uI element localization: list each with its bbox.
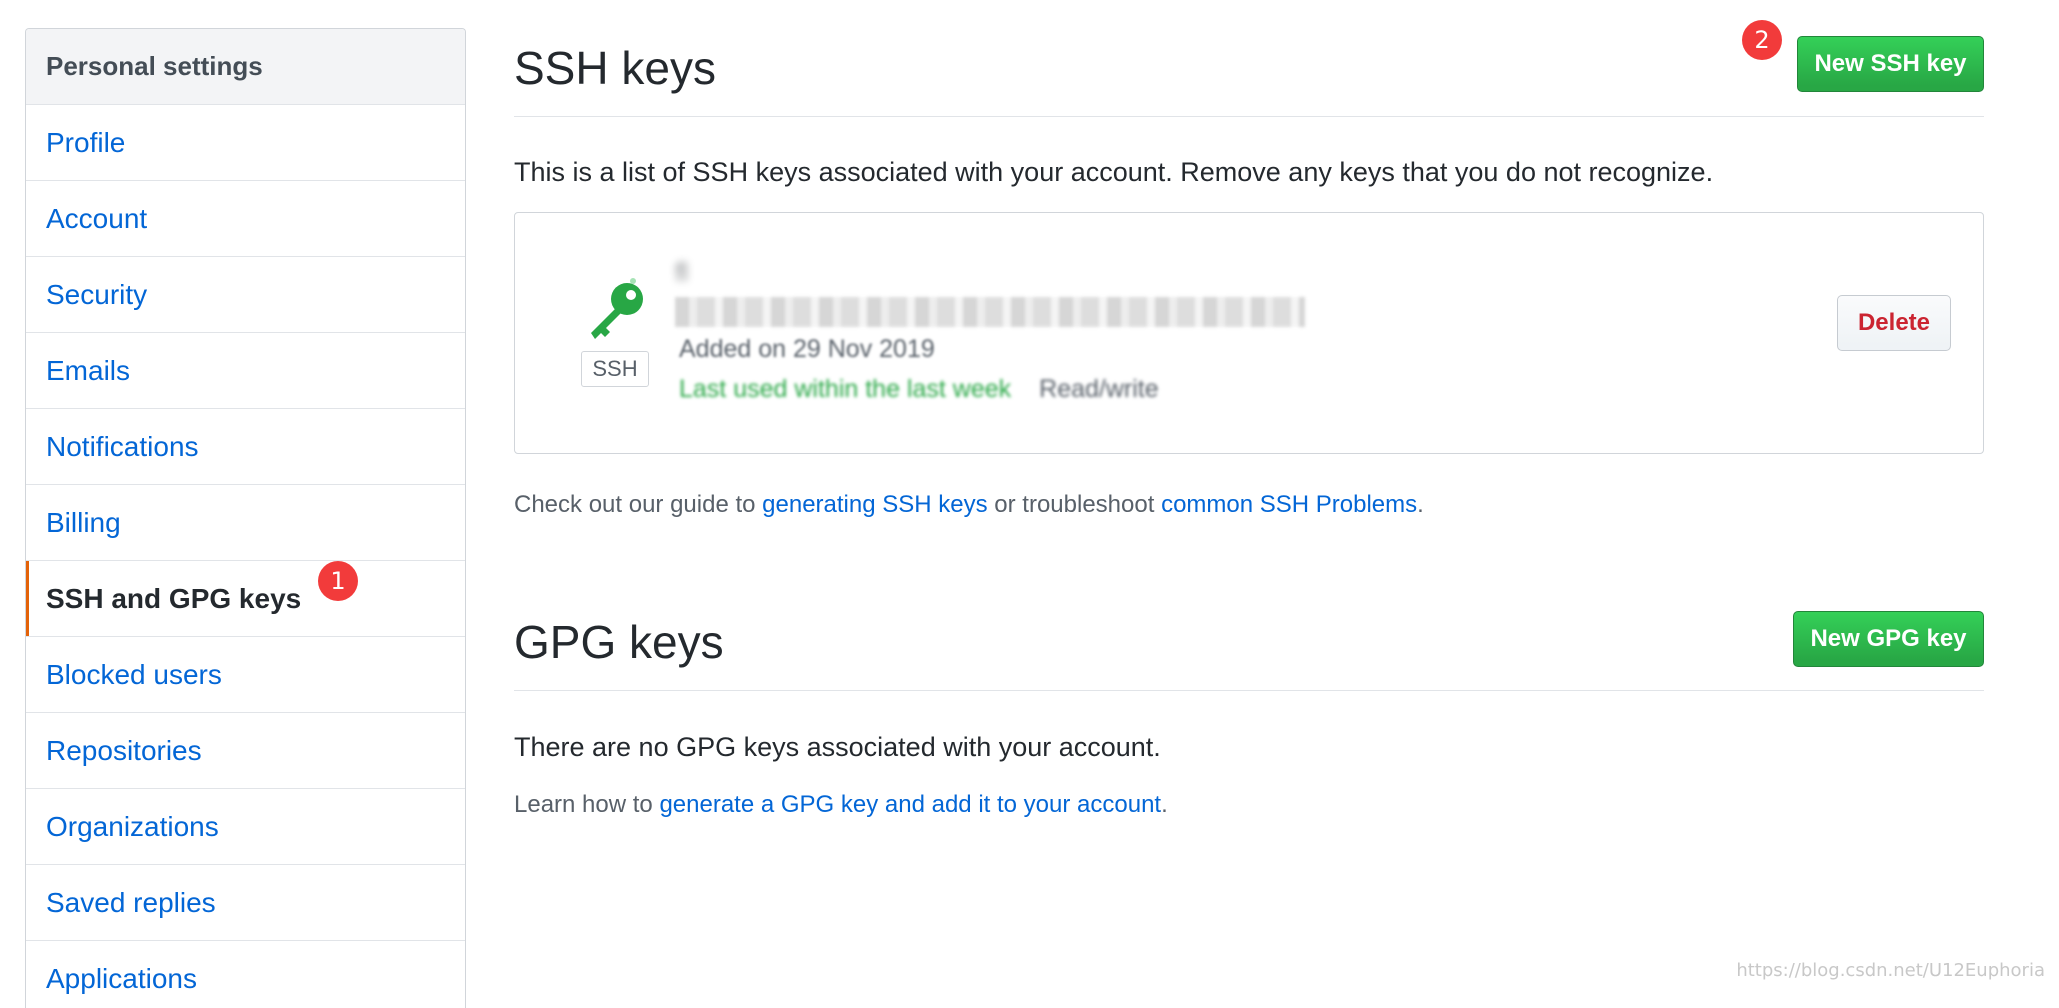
sidebar-item-emails[interactable]: Emails (26, 333, 465, 409)
ssh-keys-title: SSH keys (514, 45, 716, 91)
ssh-guide-suffix: . (1417, 491, 1424, 518)
gpg-learn-suffix: . (1161, 791, 1168, 818)
ssh-key-access: Read/write (1039, 375, 1159, 403)
gpg-empty-message: There are no GPG keys associated with yo… (514, 732, 1161, 763)
sidebar-header: Personal settings (26, 29, 465, 105)
ssh-description: This is a list of SSH keys associated wi… (514, 157, 1713, 188)
ssh-type-label: SSH (581, 351, 649, 387)
ssh-guide-text: Check out our guide to generating SSH ke… (514, 491, 1424, 519)
generate-gpg-key-link[interactable]: generate a GPG key and add it to your ac… (659, 791, 1161, 818)
watermark: https://blog.csdn.net/U12Euphoria (1736, 960, 2045, 981)
delete-ssh-key-button[interactable]: Delete (1837, 295, 1951, 351)
sidebar-item-applications[interactable]: Applications (26, 941, 465, 1008)
sidebar-item-saved-replies[interactable]: Saved replies (26, 865, 465, 941)
ssh-guide-middle: or troubleshoot (988, 491, 1161, 518)
sidebar-item-ssh-gpg-keys[interactable]: SSH and GPG keys (26, 561, 465, 637)
sidebar-item-account[interactable]: Account (26, 181, 465, 257)
annotation-badge-2: 2 (1742, 20, 1782, 60)
sidebar-item-repositories[interactable]: Repositories (26, 713, 465, 789)
ssh-key-title: fl (675, 257, 688, 288)
new-ssh-key-button[interactable]: New SSH key (1797, 36, 1984, 92)
ssh-guide-prefix: Check out our guide to (514, 491, 762, 518)
common-ssh-problems-link[interactable]: common SSH Problems (1161, 491, 1417, 518)
ssh-key-last-used-text: Last used within the last week (679, 375, 1011, 403)
ssh-key-item: SSH fl Added on 29 Nov 2019 Last used wi… (514, 212, 1984, 454)
sidebar-item-organizations[interactable]: Organizations (26, 789, 465, 865)
ssh-divider (514, 116, 1984, 117)
gpg-learn-prefix: Learn how to (514, 791, 659, 818)
sidebar-item-blocked-users[interactable]: Blocked users (26, 637, 465, 713)
generating-ssh-keys-link[interactable]: generating SSH keys (762, 491, 987, 518)
sidebar-item-profile[interactable]: Profile (26, 105, 465, 181)
annotation-badge-1: 1 (318, 561, 358, 601)
sidebar-item-notifications[interactable]: Notifications (26, 409, 465, 485)
gpg-keys-title: GPG keys (514, 619, 724, 665)
ssh-key-added-date: Added on 29 Nov 2019 (679, 335, 935, 364)
new-gpg-key-button[interactable]: New GPG key (1793, 611, 1984, 667)
sidebar-item-security[interactable]: Security (26, 257, 465, 333)
gpg-divider (514, 690, 1984, 691)
ssh-key-last-used: Last used within the last week Read/write (679, 375, 1159, 404)
ssh-key-fingerprint (675, 297, 1305, 327)
gpg-learn-text: Learn how to generate a GPG key and add … (514, 791, 1168, 819)
sidebar-item-billing[interactable]: Billing (26, 485, 465, 561)
key-icon (585, 277, 649, 341)
ssh-key-added-text: Added on 29 Nov 2019 (679, 335, 935, 363)
settings-sidebar: Personal settings Profile Account Securi… (25, 28, 466, 1008)
